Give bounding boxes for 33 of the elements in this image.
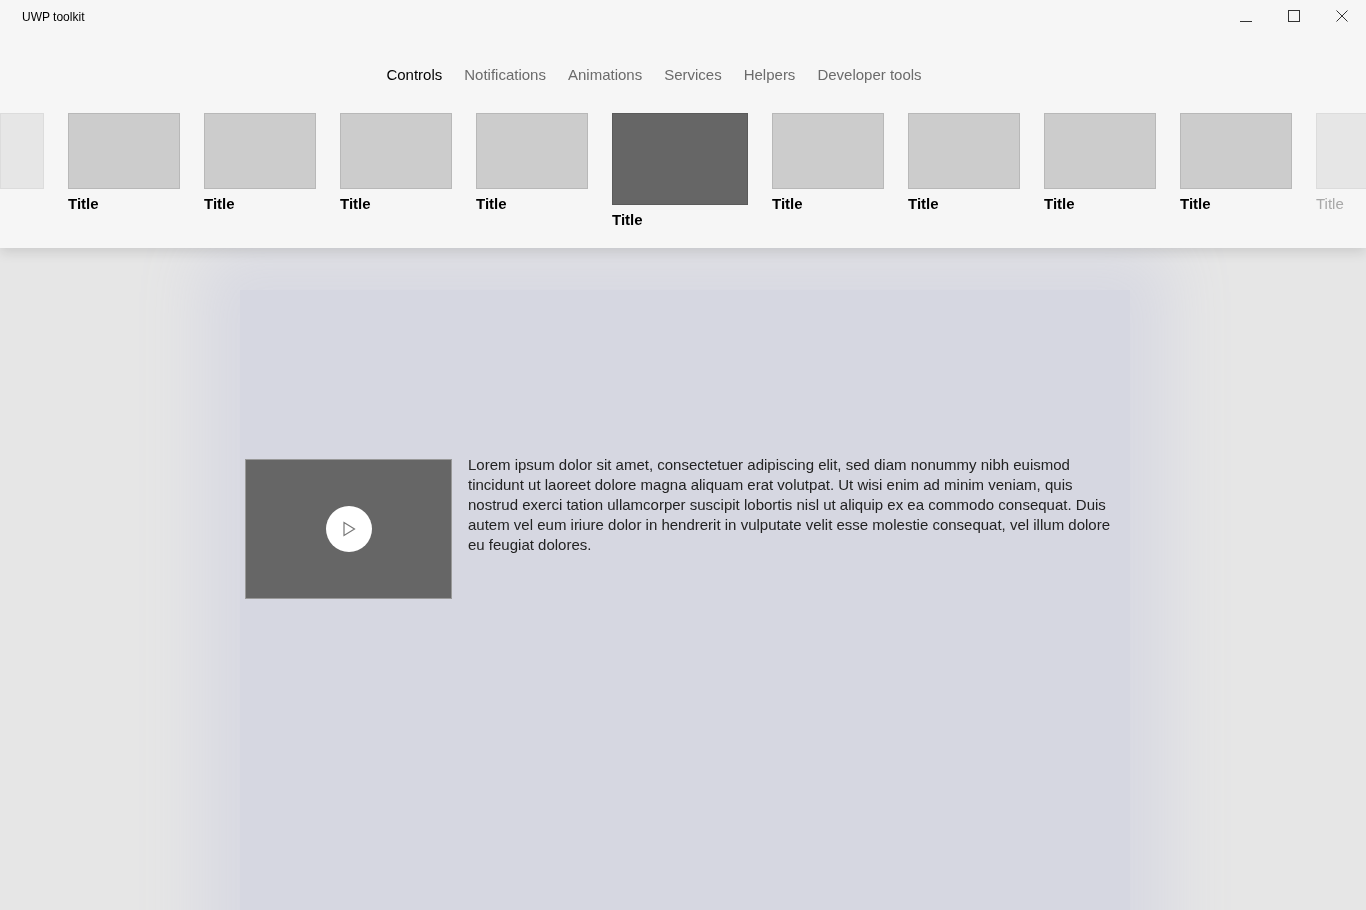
nav-tab[interactable]: Developer tools — [817, 64, 922, 87]
tile-title: Title — [476, 193, 508, 214]
tile-title: Title — [204, 193, 236, 214]
tile-title: Title — [1180, 193, 1212, 214]
nav-tab[interactable]: Animations — [567, 64, 643, 87]
nav-tab[interactable]: Notifications — [464, 64, 546, 87]
tile-title: Title — [908, 193, 940, 214]
nav-tab[interactable]: Helpers — [743, 64, 796, 87]
article-text: Lorem ipsum dolor sit amet, consectetuer adipiscing elit, sed diam nonummy nibh euismod tincidunt ut laoreet dolore magna aliquam erat volutpat. Ut wisi enim ad minim veniam, quis nostrud exerci tation ullamcorper suscipit lobortis nisl ut aliquip ex ea commodo consequat. Duis autem vel eum iriure dolor in hendrerit in vulputate velit esse molestie consequat, vel illum dolore eu feugiat dolores. — [468, 455, 1111, 555]
minimize-icon — [1240, 21, 1252, 22]
window-title: UWP toolkit — [22, 9, 85, 26]
tile-title: Title — [68, 193, 100, 214]
play-icon — [341, 521, 356, 537]
carousel-tile[interactable] — [340, 112, 452, 189]
carousel-tile[interactable] — [1044, 112, 1156, 189]
tile-title: Title — [340, 193, 372, 214]
carousel-tile[interactable] — [476, 112, 588, 189]
carousel-tile[interactable] — [772, 112, 884, 189]
carousel-tile[interactable] — [204, 112, 316, 189]
video-thumbnail[interactable] — [245, 459, 452, 599]
carousel-tile[interactable] — [612, 112, 748, 205]
carousel-tile[interactable] — [1180, 112, 1292, 189]
close-icon — [1336, 10, 1348, 22]
carousel-tile[interactable] — [68, 112, 180, 189]
tile-title: Title — [1044, 193, 1076, 214]
tile-title: Title — [1316, 193, 1345, 214]
play-button[interactable] — [325, 506, 372, 552]
maximize-icon — [1288, 10, 1300, 22]
tile-title: Title — [772, 193, 804, 214]
tile-title: Title — [612, 209, 644, 230]
nav-tab[interactable]: Controls — [386, 64, 443, 87]
nav-tab[interactable]: Services — [664, 64, 722, 87]
carousel-tile[interactable] — [908, 112, 1020, 189]
